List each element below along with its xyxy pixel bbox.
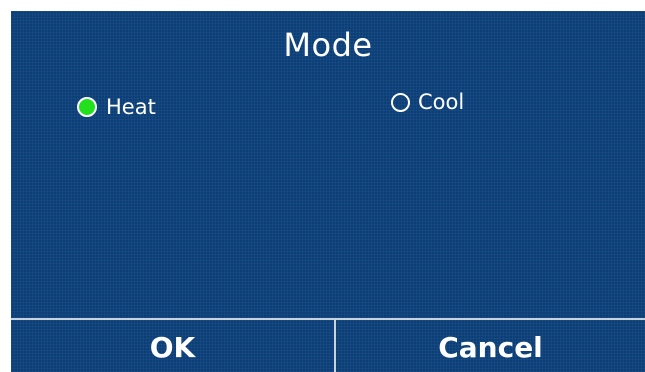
mode-option-cool-label: Cool [418,90,465,114]
mode-screen: Mode Heat Cool OK Cancel [11,11,645,372]
button-bar: OK Cancel [11,318,645,372]
mode-option-heat-label: Heat [106,95,156,119]
mode-option-cool[interactable]: Cool [391,88,464,116]
page-title: Mode [283,26,373,64]
radio-selected-icon[interactable] [77,97,97,117]
ok-button[interactable]: OK [11,320,336,372]
cancel-button[interactable]: Cancel [336,320,645,372]
radio-unselected-icon[interactable] [391,92,410,112]
mode-option-heat[interactable]: Heat [77,93,156,121]
